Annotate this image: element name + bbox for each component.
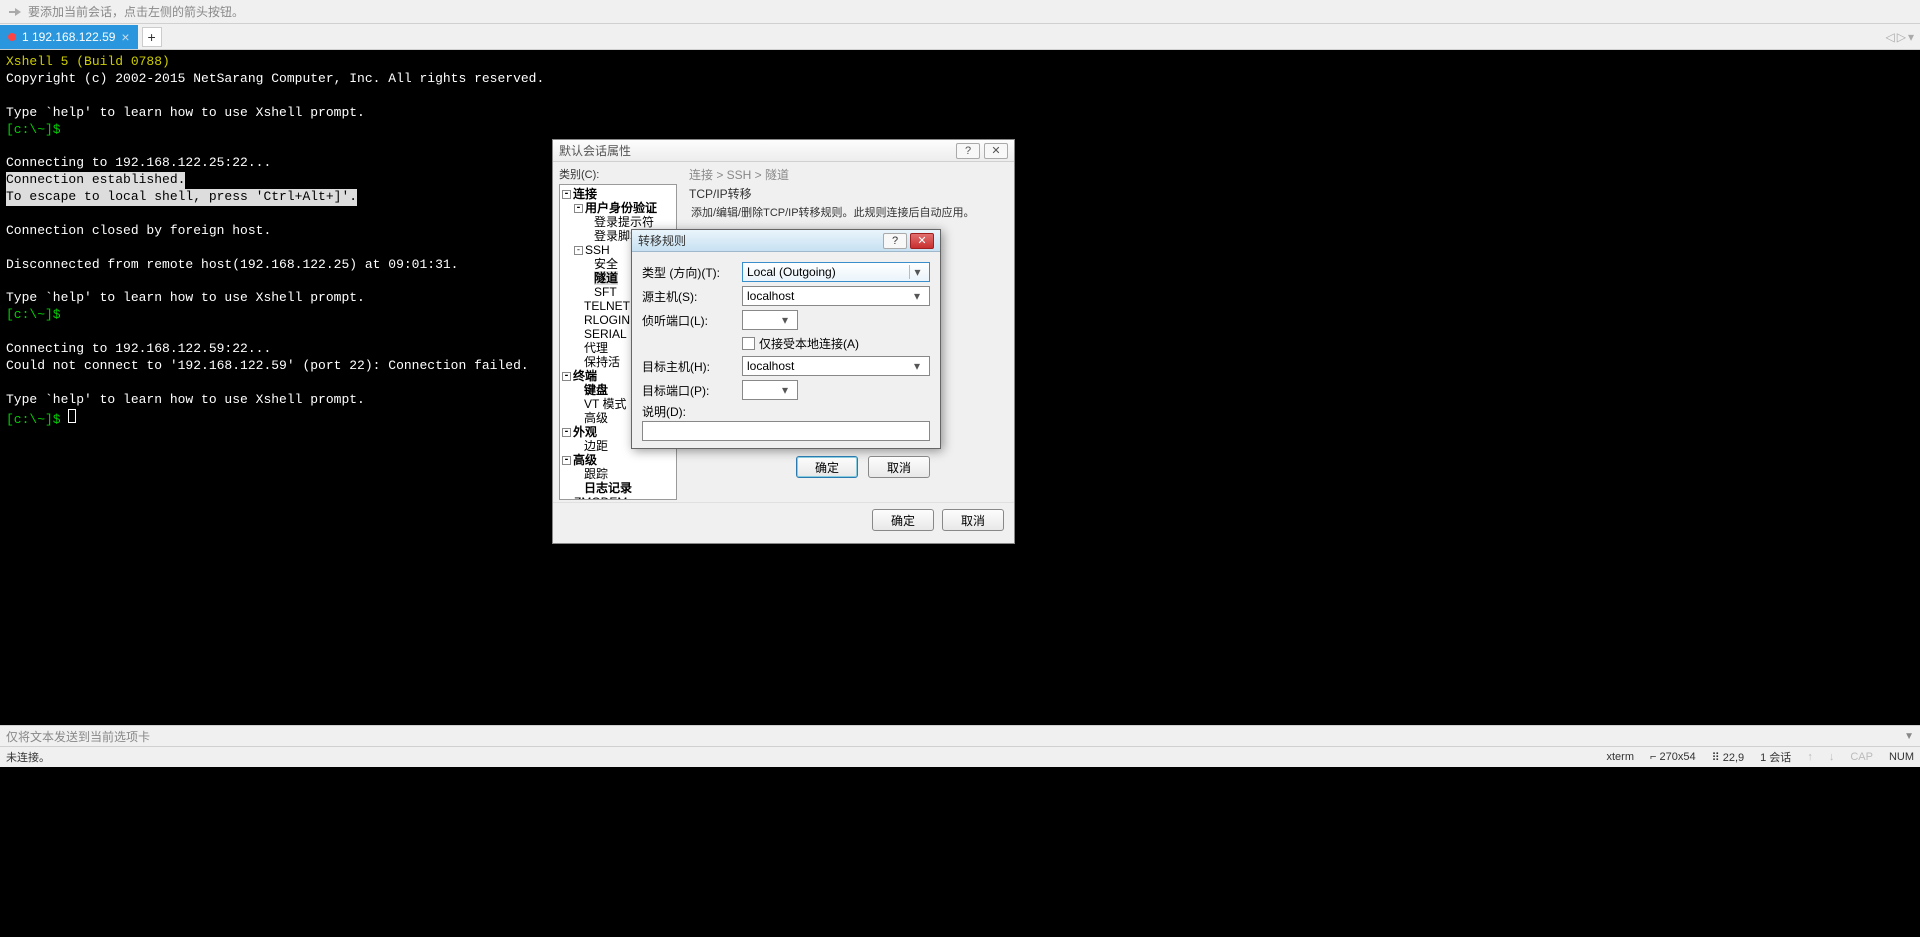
dst-port-label: 目标端口(P): [642,382,734,399]
section-title: TCP/IP转移 [683,185,1014,202]
new-tab-button[interactable]: + [142,27,162,47]
compose-input-bar[interactable]: 仅将文本发送到当前选项卡 ▼ [0,725,1920,747]
status-connection: 未连接。 [6,749,50,765]
tab-label: 1 192.168.122.59 [22,30,115,44]
term-line: Connecting to 192.168.122.25:22... [6,155,271,170]
listen-port-combobox[interactable]: ▾ [742,310,798,330]
breadcrumb: 连接 > SSH > 隧道 [683,162,1014,185]
dialog-titlebar[interactable]: 转移规则 ? ✕ [632,230,940,252]
type-combobox[interactable]: Local (Outgoing) ▾ [742,262,930,282]
term-prompt: [c:\~]$ [6,412,61,427]
tab-prev-icon[interactable]: ◁ [1886,30,1895,44]
term-line: Connecting to 192.168.122.59:22... [6,341,271,356]
collapse-icon[interactable]: - [562,372,571,381]
close-button[interactable]: ✕ [910,233,934,249]
category-label: 类别(C): [559,166,677,182]
chevron-down-icon[interactable]: ▾ [909,359,925,373]
term-line: Type `help' to learn how to use Xshell p… [6,290,365,305]
type-value: Local (Outgoing) [747,265,836,279]
dialog-titlebar[interactable]: 默认会话属性 ? ✕ [553,140,1014,162]
close-button[interactable]: ✕ [984,143,1008,159]
collapse-icon[interactable]: - [574,204,583,213]
term-line: Type `help' to learn how to use Xshell p… [6,105,365,120]
compose-placeholder: 仅将文本发送到当前选项卡 [6,728,150,745]
status-pos: 22,9 [1723,752,1744,764]
description-input[interactable] [642,421,930,441]
chevron-down-icon[interactable]: ▾ [909,289,925,303]
forwarding-rule-dialog: 转移规则 ? ✕ 类型 (方向)(T): Local (Outgoing) ▾ … [631,229,941,449]
term-prompt: [c:\~]$ [6,122,61,137]
term-line: Xshell 5 (Build 0788) [6,54,170,69]
status-size: 270x54 [1659,751,1695,763]
properties-ok-button[interactable]: 确定 [872,509,934,531]
term-prompt: [c:\~]$ [6,307,61,322]
tab-menu-icon[interactable]: ▾ [1908,30,1914,44]
accept-local-checkbox[interactable] [742,337,755,350]
tree-connection[interactable]: -连接 [562,187,674,201]
compose-dropdown-icon[interactable]: ▼ [1904,731,1914,742]
add-session-arrow-icon[interactable] [8,5,22,19]
tab-next-icon[interactable]: ▷ [1897,30,1906,44]
collapse-icon[interactable]: - [562,456,571,465]
toolbar-hint: 要添加当前会话，点击左侧的箭头按钮。 [0,0,1920,24]
help-button[interactable]: ? [956,143,980,159]
dst-port-combobox[interactable]: ▾ [742,380,798,400]
type-label: 类型 (方向)(T): [642,264,734,281]
help-button[interactable]: ? [883,233,907,249]
status-bar: 未连接。 xterm ⌐ 270x54 ⠿ 22,9 1 会话 ↑ ↓ CAP … [0,747,1920,767]
term-line: Disconnected from remote host(192.168.12… [6,257,458,272]
cursor-icon [68,409,76,423]
src-host-label: 源主机(S): [642,288,734,305]
term-line: Connection established. [6,172,185,189]
properties-cancel-button[interactable]: 取消 [942,509,1004,531]
connection-status-dot-icon [8,33,16,41]
collapse-icon[interactable]: - [562,190,571,199]
arrow-up-icon: ↑ [1807,751,1813,763]
tab-close-icon[interactable]: × [121,29,129,45]
rule-ok-button[interactable]: 确定 [796,456,858,478]
chevron-down-icon[interactable]: ▾ [909,265,925,279]
status-num: NUM [1889,751,1914,763]
listen-port-label: 侦听端口(L): [642,312,734,329]
dialog-title: 默认会话属性 [559,142,631,159]
term-line: Copyright (c) 2002-2015 NetSarang Comput… [6,71,544,86]
tab-bar: 1 192.168.122.59 × + ◁ ▷ ▾ [0,24,1920,50]
toolbar-hint-text: 要添加当前会话，点击左侧的箭头按钮。 [28,3,244,20]
tab-nav: ◁ ▷ ▾ [1886,30,1920,44]
desc-label: 说明(D): [642,403,734,420]
term-line: Could not connect to '192.168.122.59' (p… [6,358,529,373]
chevron-down-icon[interactable]: ▾ [777,313,793,327]
arrow-down-icon: ↓ [1829,751,1835,763]
size-icon: ⌐ [1650,751,1656,763]
session-tab[interactable]: 1 192.168.122.59 × [0,25,138,49]
status-cap: CAP [1850,751,1873,763]
pos-icon: ⠿ [1712,752,1720,764]
rule-cancel-button[interactable]: 取消 [868,456,930,478]
accept-local-label: 仅接受本地连接(A) [759,335,859,352]
term-line: Connection closed by foreign host. [6,223,271,238]
dst-host-value: localhost [747,359,794,373]
collapse-icon[interactable]: - [574,246,583,255]
dst-host-label: 目标主机(H): [642,358,734,375]
src-host-value: localhost [747,289,794,303]
dst-host-combobox[interactable]: localhost ▾ [742,356,930,376]
dialog-title: 转移规则 [638,232,686,249]
status-sessions: 1 会话 [1760,749,1791,765]
section-desc: 添加/编辑/删除TCP/IP转移规则。此规则连接后自动应用。 [683,202,1014,226]
chevron-down-icon[interactable]: ▾ [777,383,793,397]
status-term-type: xterm [1606,751,1634,763]
tree-zmodem[interactable]: ZMODEM [562,495,674,500]
term-line: To escape to local shell, press 'Ctrl+Al… [6,189,357,206]
tree-login-prompt[interactable]: 登录提示符 [562,215,674,229]
term-line: Type `help' to learn how to use Xshell p… [6,392,365,407]
src-host-combobox[interactable]: localhost ▾ [742,286,930,306]
tree-user-auth[interactable]: -用户身份验证 [562,201,674,215]
collapse-icon[interactable]: - [562,428,571,437]
